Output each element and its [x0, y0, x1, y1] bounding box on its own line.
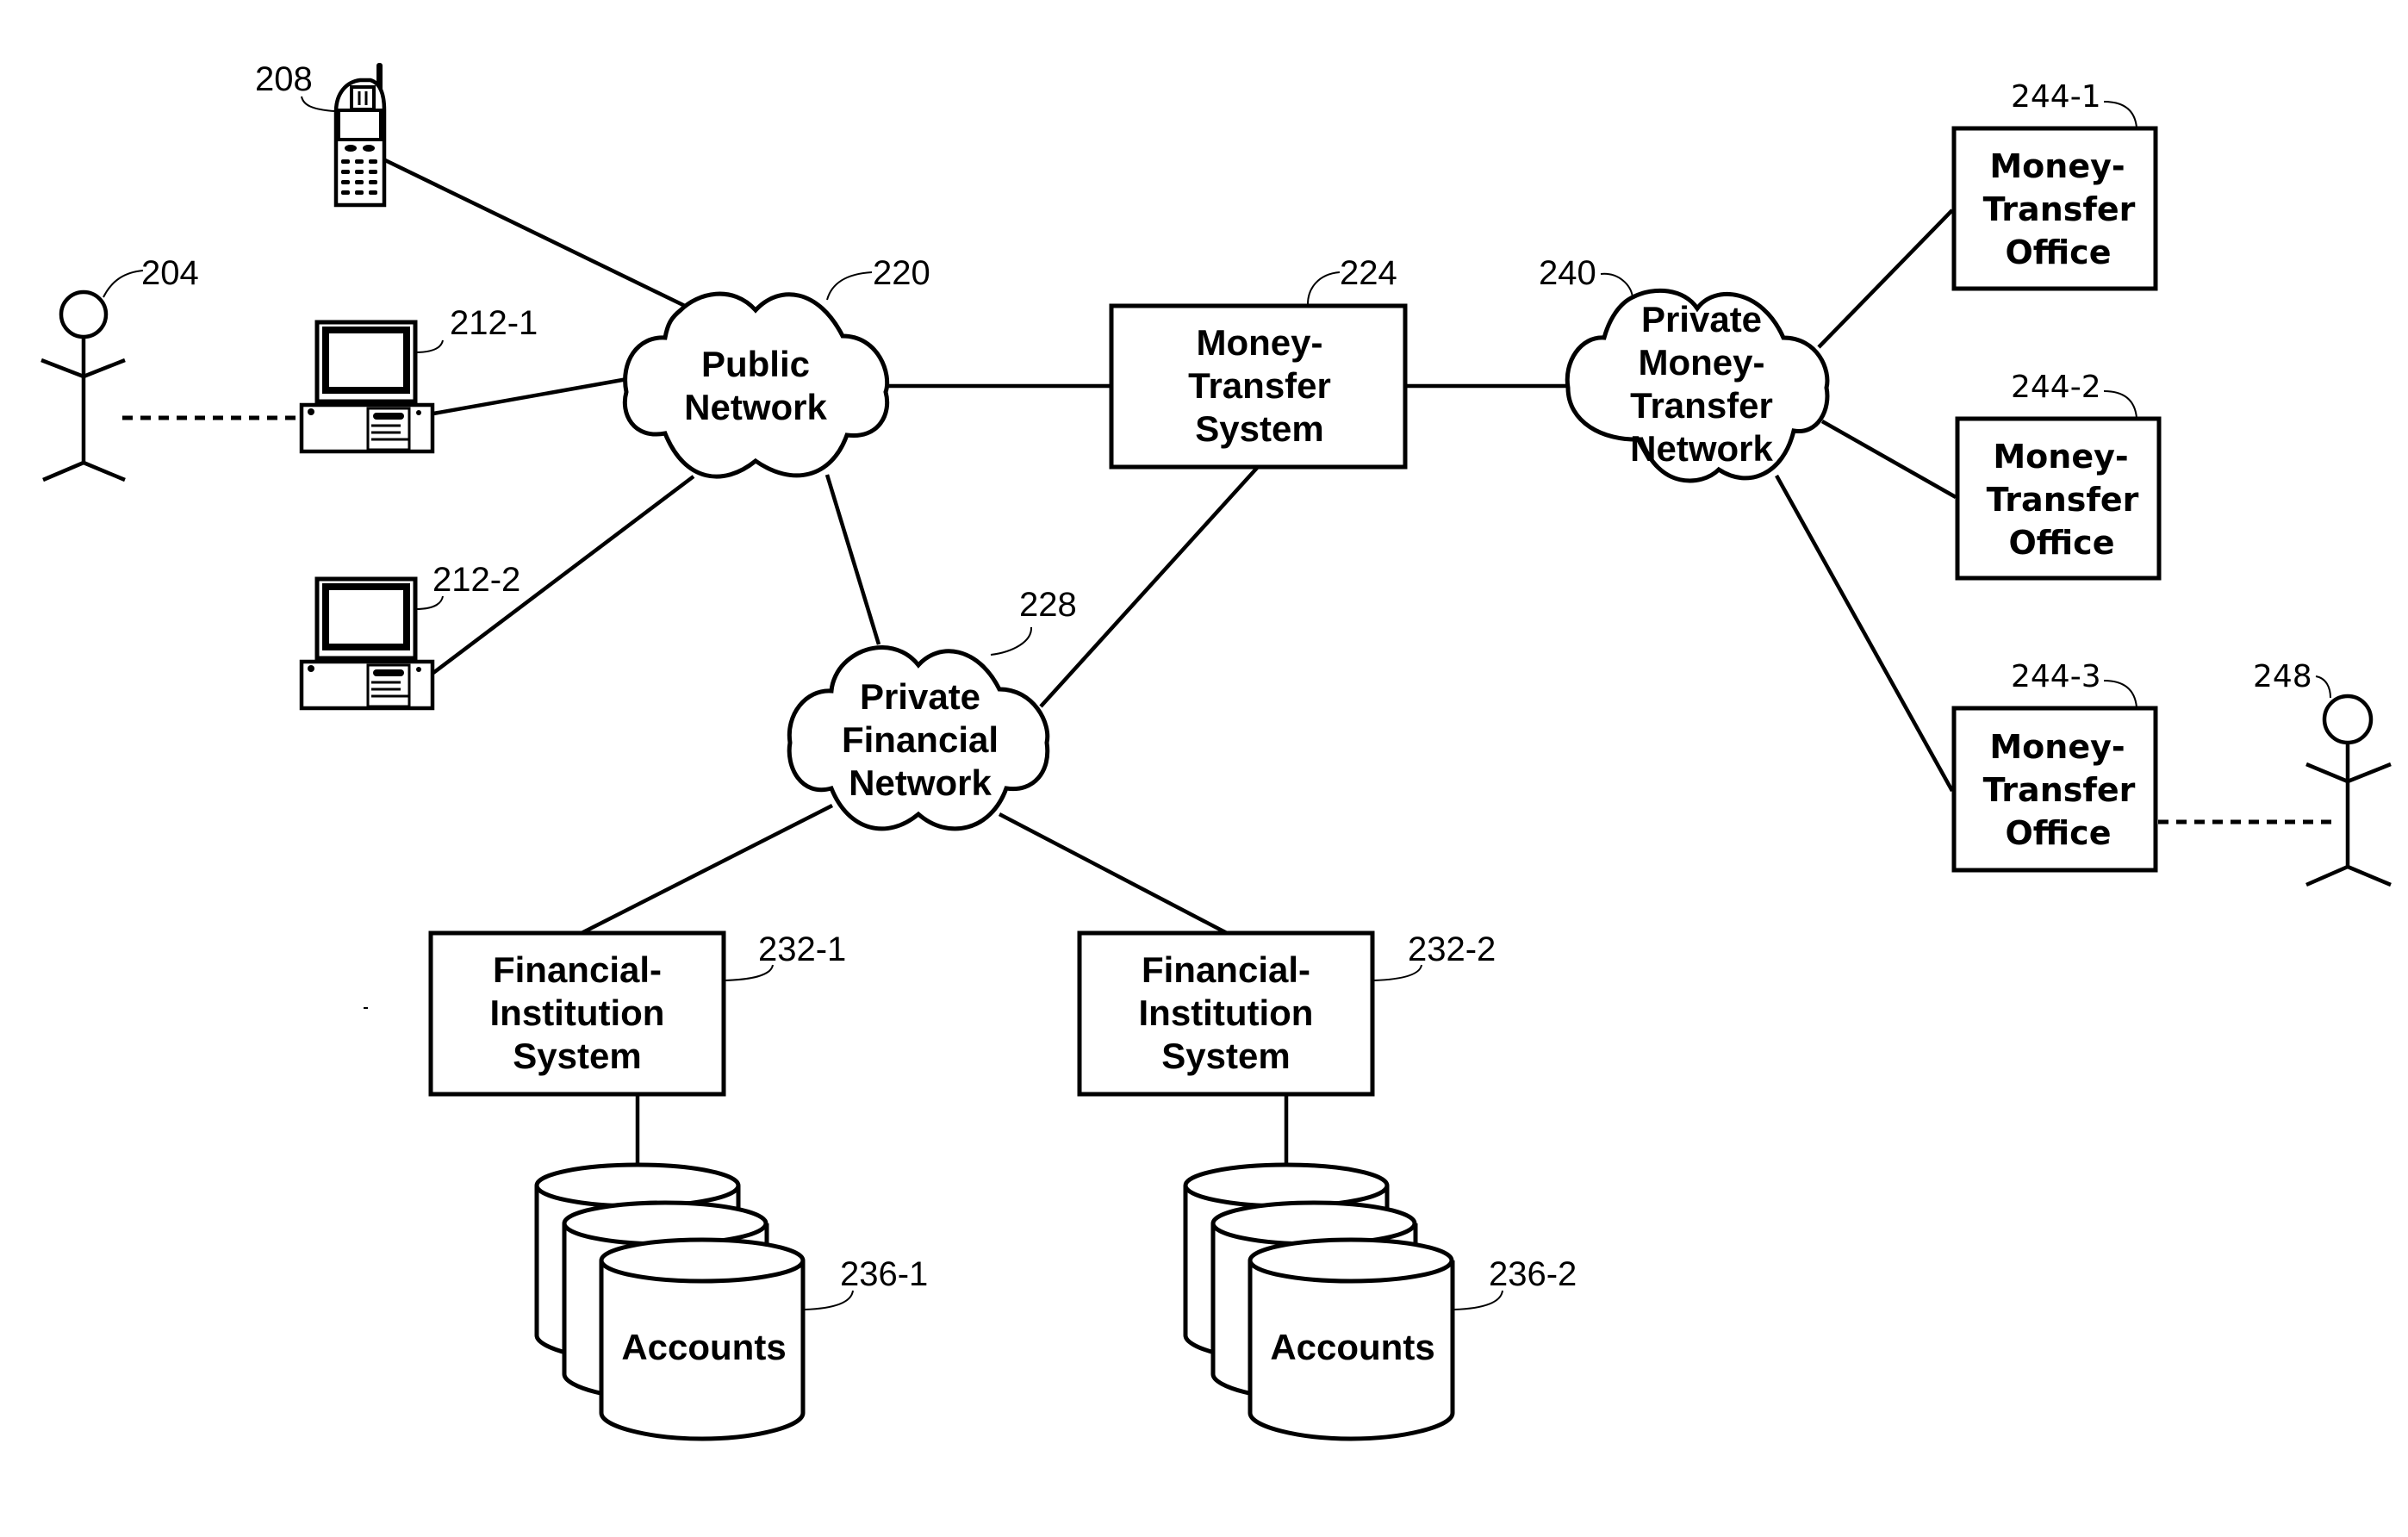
ref-label-212-2: 212-2 [432, 561, 520, 599]
ref-label-228: 228 [1019, 586, 1077, 624]
leader-line-248 [2315, 675, 2331, 699]
database-stack-icon [1183, 1162, 1455, 1441]
office-244-1-label-line-1: Money- [1989, 147, 2125, 185]
leader-line-240 [1600, 272, 1633, 298]
person-204[interactable]: 204 [40, 254, 199, 482]
leader-line-236-2 [1453, 1290, 1503, 1310]
system-232-1-financial-institution[interactable]: Financial- Institution System 232-1 [428, 930, 846, 1097]
system-232-1-label-line-1: Financial- [493, 949, 662, 990]
office-244-3[interactable]: Money- Transfer Office 244-3 [1951, 659, 2158, 873]
connection-208-220 [381, 156, 686, 308]
computer-212-2[interactable]: 212-2 [299, 561, 520, 711]
leader-line-228 [990, 626, 1033, 656]
leader-line-244-3 [2103, 680, 2137, 708]
leader-line-224 [1307, 271, 1341, 305]
cloud-220-label-line-1: Public [701, 344, 810, 384]
cloud-240-label-line-1: Private [1641, 299, 1762, 339]
desktop-computer-icon [299, 576, 435, 711]
cloud-220-public-network[interactable]: Public Network 220 [622, 254, 930, 479]
connection-220-228 [824, 474, 881, 645]
system-232-2-label-line-1: Financial- [1142, 949, 1310, 990]
leader-line-220 [826, 271, 873, 301]
cloud-240-private-money-transfer-network[interactable]: Private Money- Transfer Network 240 [1539, 254, 1830, 483]
ref-label-244-3: 244-3 [2011, 659, 2101, 694]
ref-label-212-1: 212-1 [450, 304, 538, 342]
connection-240-244-3 [1775, 474, 1954, 793]
system-224-label-line-2: Transfer [1188, 365, 1331, 406]
office-244-2-label-line-1: Money- [1993, 438, 2128, 476]
office-244-1[interactable]: Money- Transfer Office 244-1 [1951, 79, 2158, 291]
office-244-3-label-line-1: Money- [1989, 728, 2125, 766]
cloud-icon [622, 291, 890, 479]
cloud-228-label-line-2: Financial [842, 719, 999, 760]
ref-label-220: 220 [873, 254, 930, 292]
ref-label-224: 224 [1340, 254, 1397, 292]
cloud-228-label-line-1: Private [860, 676, 980, 717]
cloud-228-label-line-3: Network [849, 762, 992, 803]
system-232-2-financial-institution[interactable]: Financial- Institution System 232-2 [1077, 930, 1496, 1097]
person-icon [2305, 694, 2392, 887]
connection-228-232-1 [580, 803, 834, 936]
ref-label-244-1: 244-1 [2011, 79, 2101, 115]
office-244-2-label-line-2: Transfer [1987, 481, 2139, 519]
office-244-1-label-line-2: Transfer [1983, 190, 2136, 228]
desktop-computer-icon [299, 320, 435, 454]
system-224-label-line-3: System [1195, 408, 1323, 449]
database-236-2[interactable]: Accounts 236-2 [1183, 1162, 1577, 1441]
computer-212-1[interactable]: 212-1 [299, 304, 538, 454]
leader-line-244-1 [2103, 101, 2137, 128]
office-244-3-label-line-3: Office [2006, 814, 2112, 852]
person-icon [40, 289, 126, 482]
office-244-2-label-line-3: Office [2009, 524, 2115, 562]
money-transfer-network-diagram: 204 208 212-1 212-2 Public Network 220 P… [40, 60, 2392, 1441]
system-232-1-label-line-3: System [513, 1036, 641, 1076]
ref-label-208: 208 [255, 60, 313, 98]
database-stack-icon [534, 1162, 806, 1441]
mobile-phone-208[interactable]: 208 [255, 60, 387, 208]
ref-label-236-1: 236-1 [840, 1255, 928, 1293]
cloud-240-label-line-2: Money- [1639, 342, 1765, 383]
ref-label-244-2: 244-2 [2011, 370, 2101, 405]
database-236-1-label: Accounts [621, 1327, 786, 1367]
system-224-label-line-1: Money- [1197, 322, 1323, 363]
cloud-240-label-line-4: Network [1630, 428, 1773, 469]
leader-line-204 [103, 270, 144, 298]
mobile-phone-icon [333, 63, 387, 208]
ref-label-232-1: 232-1 [758, 930, 846, 968]
ref-label-240: 240 [1539, 254, 1596, 292]
ref-label-204: 204 [141, 254, 199, 292]
connection-228-232-2 [998, 812, 1229, 935]
cloud-228-private-financial-network[interactable]: Private Financial Network 228 [787, 586, 1077, 831]
system-224-money-transfer-system[interactable]: Money- Transfer System 224 [1109, 254, 1408, 470]
ref-label-232-2: 232-2 [1408, 930, 1496, 968]
leader-line-236-1 [804, 1290, 854, 1310]
database-236-1[interactable]: Accounts 236-1 [534, 1162, 928, 1441]
ref-label-236-2: 236-2 [1489, 1255, 1577, 1293]
leader-line-212-1 [414, 339, 444, 353]
system-232-2-label-line-2: Institution [1139, 993, 1314, 1033]
office-244-1-label-line-3: Office [2006, 233, 2112, 271]
cloud-220-label-line-2: Network [684, 387, 827, 427]
cloud-240-label-line-3: Transfer [1630, 385, 1773, 426]
office-244-2[interactable]: Money- Transfer Office 244-2 [1955, 370, 2162, 581]
office-244-3-label-line-2: Transfer [1983, 771, 2136, 809]
leader-line-244-2 [2103, 390, 2137, 419]
scan-artifact-speck [364, 1007, 368, 1009]
system-232-1-label-line-2: Institution [490, 993, 665, 1033]
connection-240-244-2 [1820, 420, 1957, 499]
leader-line-208 [301, 96, 335, 112]
system-232-2-label-line-3: System [1161, 1036, 1290, 1076]
ref-label-248: 248 [2253, 659, 2312, 694]
connection-212-1-220 [432, 376, 628, 416]
connection-240-244-1 [1817, 208, 1954, 349]
database-236-2-label: Accounts [1270, 1327, 1434, 1367]
person-248[interactable]: 248 [2253, 659, 2392, 887]
